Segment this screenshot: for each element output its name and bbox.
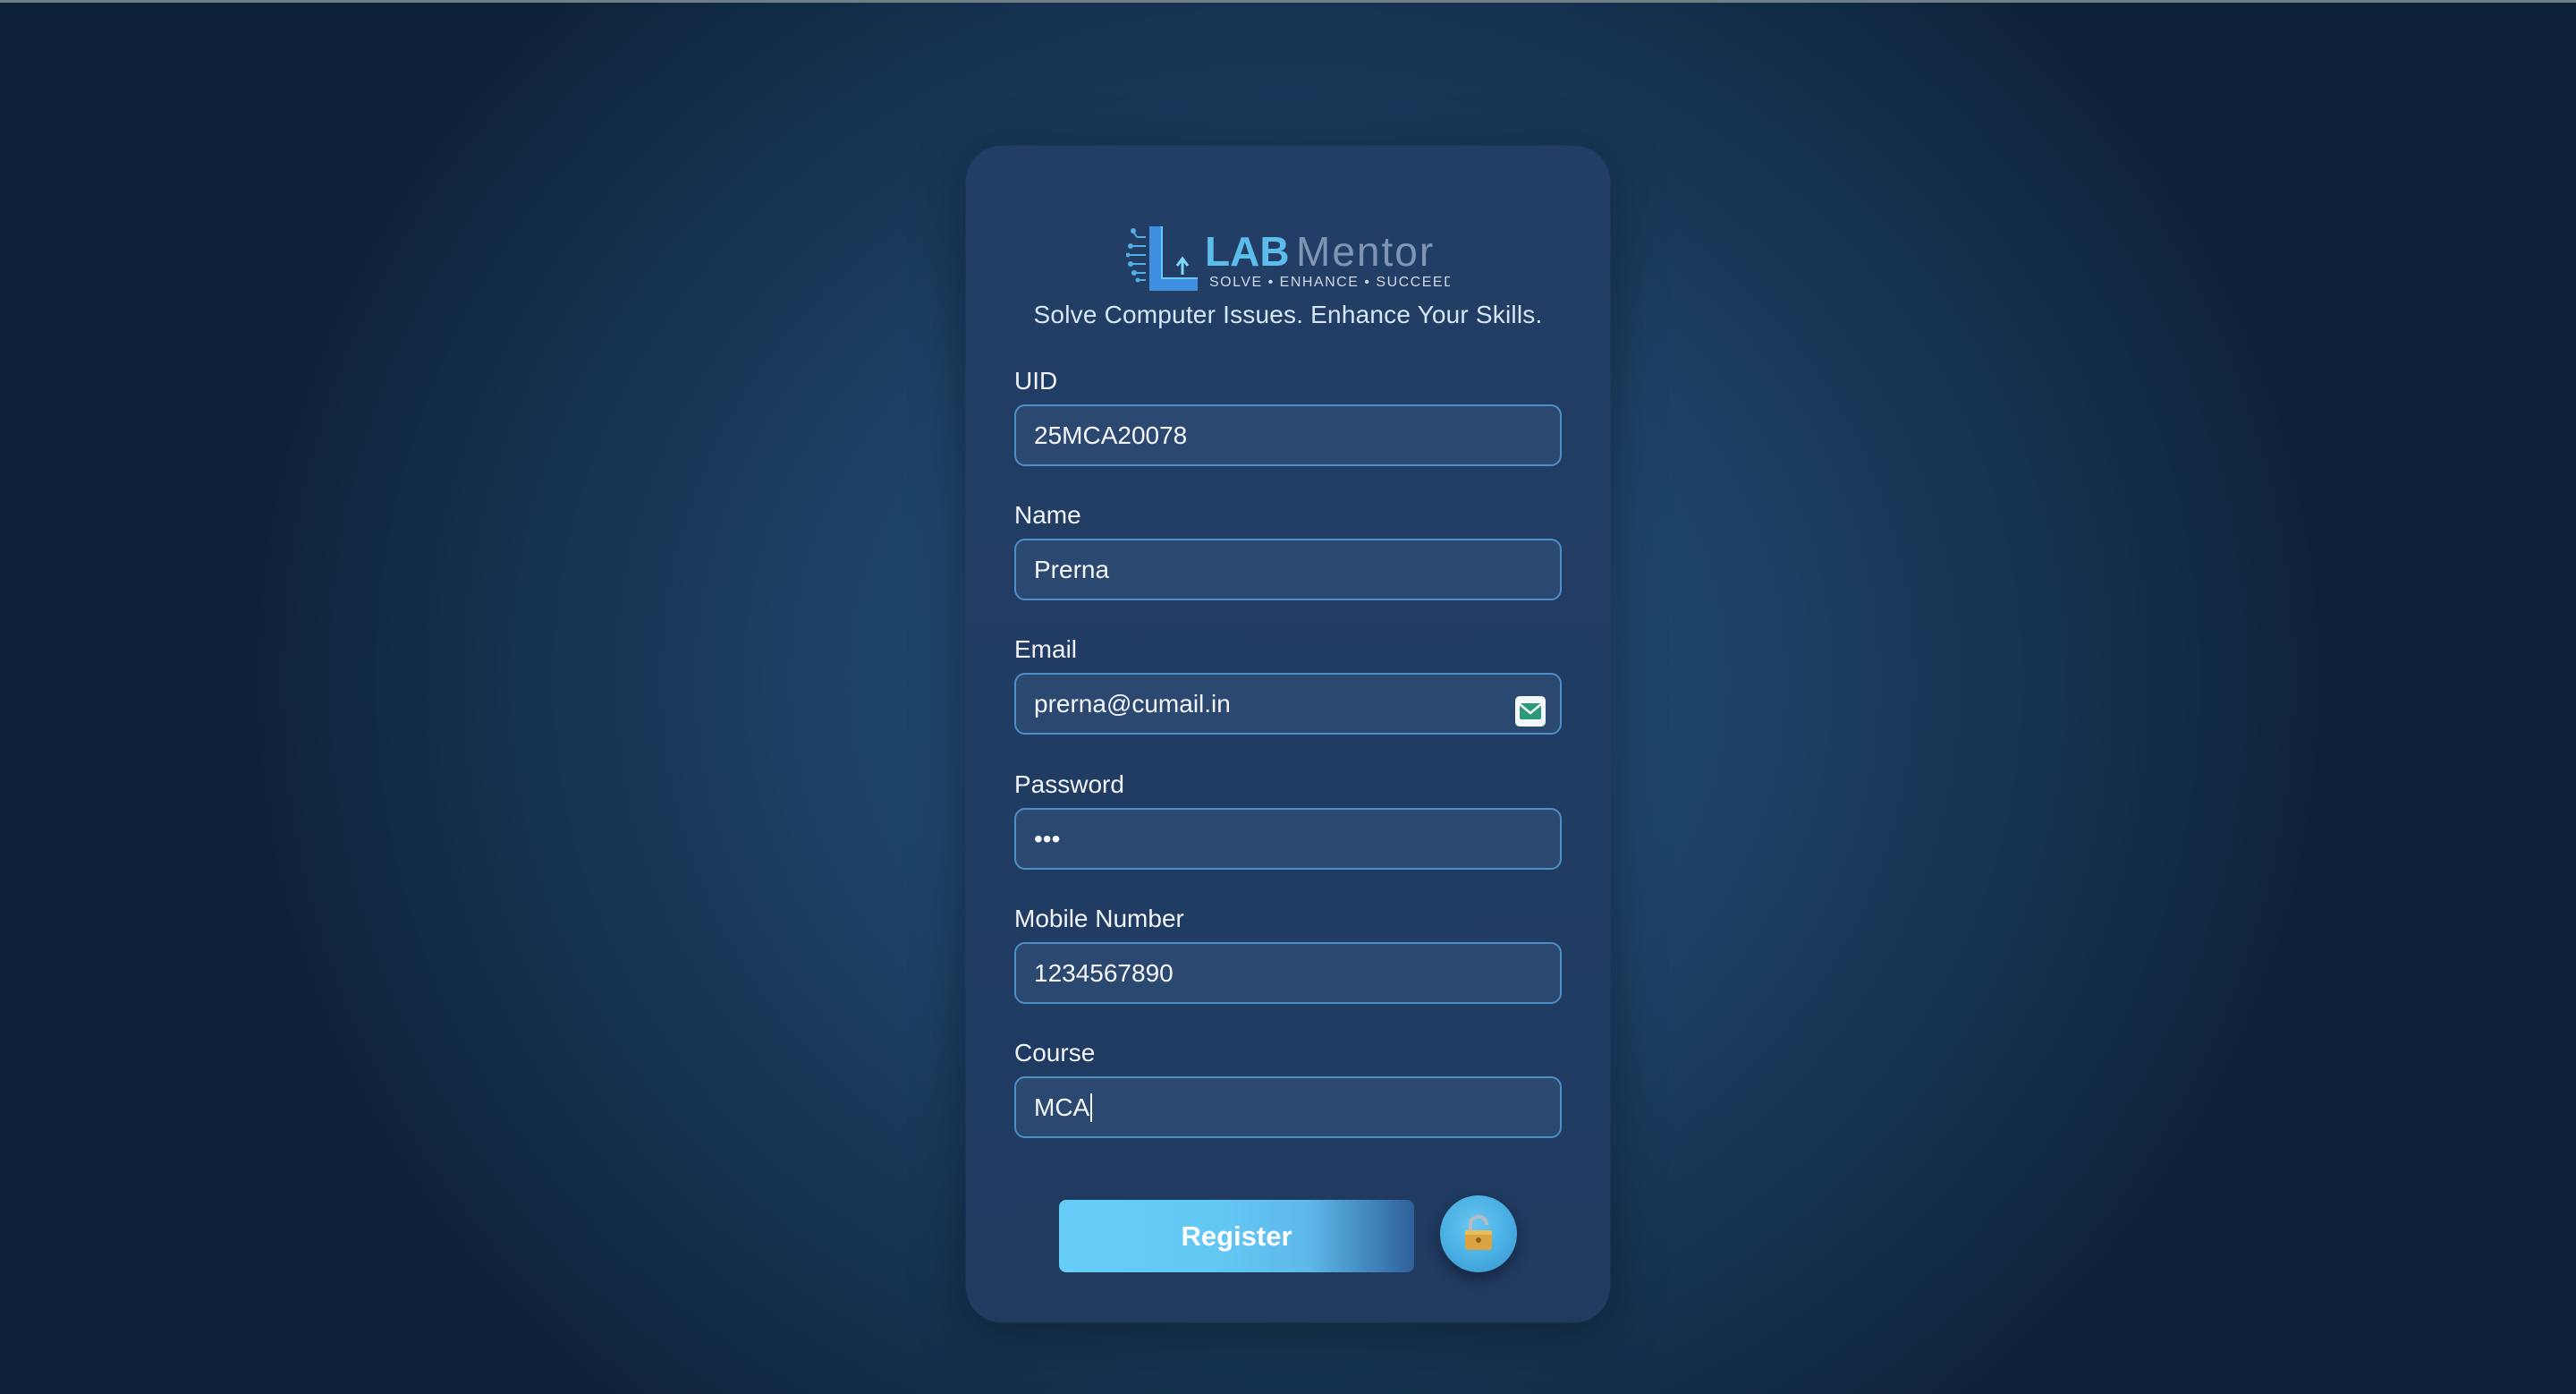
email-value: prerna@cumail.in bbox=[1034, 690, 1231, 718]
logo-slogan: SOLVE • ENHANCE • SUCCEED bbox=[1209, 275, 1450, 290]
password-input[interactable]: ••• bbox=[1014, 808, 1562, 870]
mail-icon[interactable] bbox=[1515, 689, 1546, 727]
mobile-input[interactable]: 1234567890 bbox=[1014, 942, 1562, 1004]
text-caret bbox=[1090, 1092, 1093, 1122]
logo-wordmark-lab: LAB bbox=[1205, 228, 1290, 275]
mobile-label: Mobile Number bbox=[1014, 905, 1184, 932]
email-input[interactable]: prerna@cumail.in bbox=[1014, 673, 1562, 735]
course-input[interactable]: MCA bbox=[1014, 1076, 1562, 1138]
name-label: Name bbox=[1014, 501, 1081, 529]
tagline: Solve Computer Issues. Enhance Your Skil… bbox=[1033, 301, 1543, 328]
password-value: ••• bbox=[1034, 825, 1061, 853]
uid-value: 25MCA20078 bbox=[1034, 421, 1188, 449]
course-value: MCA bbox=[1034, 1093, 1090, 1121]
registration-card: LAB Mentor SOLVE • ENHANCE • SUCCEED Sol… bbox=[966, 146, 1610, 1322]
lock-icon bbox=[1465, 1214, 1492, 1250]
window-top-border bbox=[0, 0, 2576, 3]
mobile-value: 1234567890 bbox=[1034, 959, 1174, 987]
email-label: Email bbox=[1014, 635, 1078, 663]
labmentor-logo: LAB Mentor SOLVE • ENHANCE • SUCCEED bbox=[1126, 221, 1450, 294]
uid-input[interactable]: 25MCA20078 bbox=[1014, 404, 1562, 466]
uid-label: UID bbox=[1014, 367, 1058, 395]
course-label: Course bbox=[1014, 1039, 1096, 1067]
password-label: Password bbox=[1014, 770, 1124, 798]
lock-button[interactable] bbox=[1440, 1195, 1517, 1272]
name-value: Prerna bbox=[1034, 556, 1110, 583]
logo-wordmark-mentor: Mentor bbox=[1296, 228, 1435, 275]
register-button[interactable]: Register bbox=[1059, 1200, 1414, 1272]
name-input[interactable]: Prerna bbox=[1014, 539, 1562, 600]
